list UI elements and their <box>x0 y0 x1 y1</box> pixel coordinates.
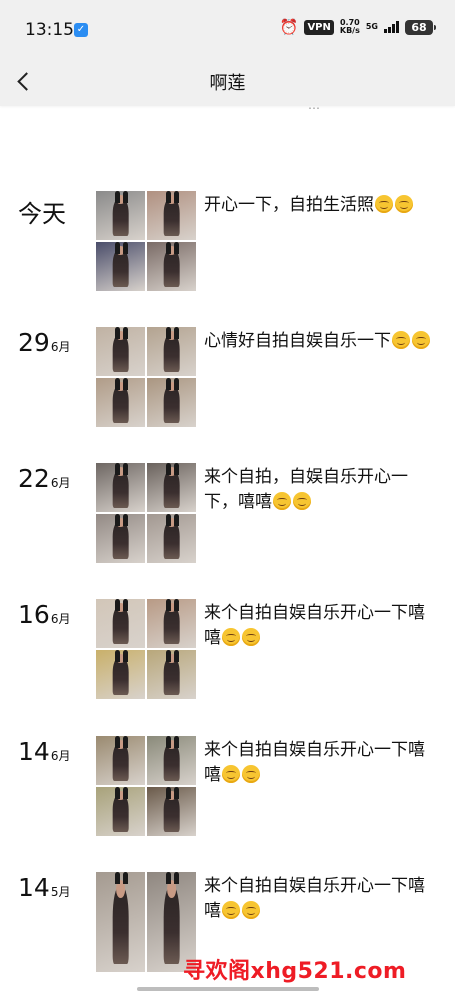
smile-emoji-icon <box>293 492 311 510</box>
smile-emoji-icon <box>395 195 413 213</box>
feed-item[interactable]: 29 6月 心情好自拍自娱自乐一下 <box>0 324 455 434</box>
date-month: 6月 <box>50 340 71 354</box>
post-photo[interactable] <box>96 463 145 512</box>
post-text: 来个自拍自娱自乐开心一下嘻嘻 <box>204 601 436 651</box>
smile-emoji-icon <box>273 492 291 510</box>
post-photo-grid[interactable] <box>96 463 196 563</box>
date-today-label: 今天 <box>18 200 66 228</box>
smile-emoji-icon <box>222 765 240 783</box>
status-icons: ⏰ VPN 0.70 KB/s 5G 68 <box>279 18 436 36</box>
speed-unit: KB/s <box>339 26 360 35</box>
post-text: 开心一下，自拍生活照 <box>204 193 436 218</box>
post-photo[interactable] <box>147 463 196 512</box>
post-photo[interactable] <box>147 327 196 376</box>
feed-item[interactable]: 14 6月 来个自拍自娱自乐开心一下嘻嘻 <box>0 733 455 843</box>
battery-icon: 68 <box>405 19 436 35</box>
post-date: 16 6月 <box>18 600 70 629</box>
post-photo[interactable] <box>147 514 196 563</box>
post-text: 来个自拍自娱自乐开心一下嘻嘻 <box>204 874 436 924</box>
smile-emoji-icon <box>222 628 240 646</box>
post-date: 22 6月 <box>18 464 70 493</box>
post-photo[interactable] <box>96 736 145 785</box>
date-day: 22 <box>18 464 50 493</box>
smile-emoji-icon <box>375 195 393 213</box>
network-speed: 0.70 KB/s <box>340 19 360 35</box>
page-title: 啊莲 <box>209 73 246 94</box>
post-photo[interactable] <box>96 872 145 972</box>
post-photo[interactable] <box>147 191 196 240</box>
cut-off-text: … <box>308 98 321 112</box>
alarm-clock-icon: ⏰ <box>279 18 299 36</box>
post-photo[interactable] <box>147 242 196 291</box>
post-photo[interactable] <box>147 736 196 785</box>
nav-bar: 啊莲 <box>0 58 455 106</box>
post-date: 14 6月 <box>18 737 70 766</box>
date-month: 5月 <box>50 885 71 899</box>
post-text-content: 开心一下，自拍生活照 <box>204 195 374 215</box>
status-bar: 13:15 ✓ ⏰ VPN 0.70 KB/s 5G 68 <box>0 0 455 58</box>
date-day: 16 <box>18 600 50 629</box>
post-photo[interactable] <box>96 787 145 836</box>
post-photo-grid[interactable] <box>96 191 196 291</box>
post-date: 29 6月 <box>18 328 70 357</box>
post-text: 心情好自拍自娱自乐一下 <box>204 329 436 354</box>
feed-item[interactable]: 今天 开心一下，自拍生活照 <box>0 188 455 298</box>
date-day: 29 <box>18 328 50 357</box>
date-month: 6月 <box>50 612 71 626</box>
post-photo[interactable] <box>96 514 145 563</box>
post-photo[interactable] <box>96 242 145 291</box>
post-photo[interactable] <box>96 650 145 699</box>
date-month: 6月 <box>50 749 71 763</box>
message-app-icon: ✓ <box>74 23 88 37</box>
post-text: 来个自拍，自娱自乐开心一下，嘻嘻 <box>204 465 436 515</box>
date-day: 14 <box>18 737 50 766</box>
post-photo[interactable] <box>147 599 196 648</box>
date-day: 14 <box>18 873 50 902</box>
post-photo[interactable] <box>96 378 145 427</box>
smile-emoji-icon <box>242 765 260 783</box>
vpn-badge: VPN <box>304 19 334 35</box>
battery-level: 68 <box>411 20 427 34</box>
network-type: 5G <box>365 22 378 31</box>
watermark: 寻欢阁xhg521.com <box>183 959 407 984</box>
post-photo[interactable] <box>96 599 145 648</box>
home-indicator[interactable] <box>137 987 319 991</box>
smile-emoji-icon <box>222 901 240 919</box>
date-month: 6月 <box>50 476 71 490</box>
post-photo[interactable] <box>147 378 196 427</box>
post-photo[interactable] <box>96 191 145 240</box>
post-photo[interactable] <box>147 787 196 836</box>
post-date: 今天 <box>18 194 66 229</box>
feed-item[interactable]: 22 6月 来个自拍，自娱自乐开心一下，嘻嘻 <box>0 460 455 570</box>
feed-item[interactable]: 16 6月 来个自拍自娱自乐开心一下嘻嘻 <box>0 596 455 706</box>
post-photo[interactable] <box>147 650 196 699</box>
post-photo[interactable] <box>96 327 145 376</box>
smile-emoji-icon <box>242 901 260 919</box>
smile-emoji-icon <box>392 331 410 349</box>
post-text: 来个自拍自娱自乐开心一下嘻嘻 <box>204 738 436 788</box>
post-photo-grid[interactable] <box>96 599 196 699</box>
status-time: 13:15 <box>25 20 74 40</box>
smile-emoji-icon <box>412 331 430 349</box>
smile-emoji-icon <box>242 628 260 646</box>
post-date: 14 5月 <box>18 873 70 902</box>
post-text-content: 心情好自拍自娱自乐一下 <box>204 331 391 351</box>
post-photo-grid[interactable] <box>96 872 196 972</box>
post-photo-grid[interactable] <box>96 327 196 427</box>
signal-icon <box>384 21 399 33</box>
post-photo-grid[interactable] <box>96 736 196 836</box>
